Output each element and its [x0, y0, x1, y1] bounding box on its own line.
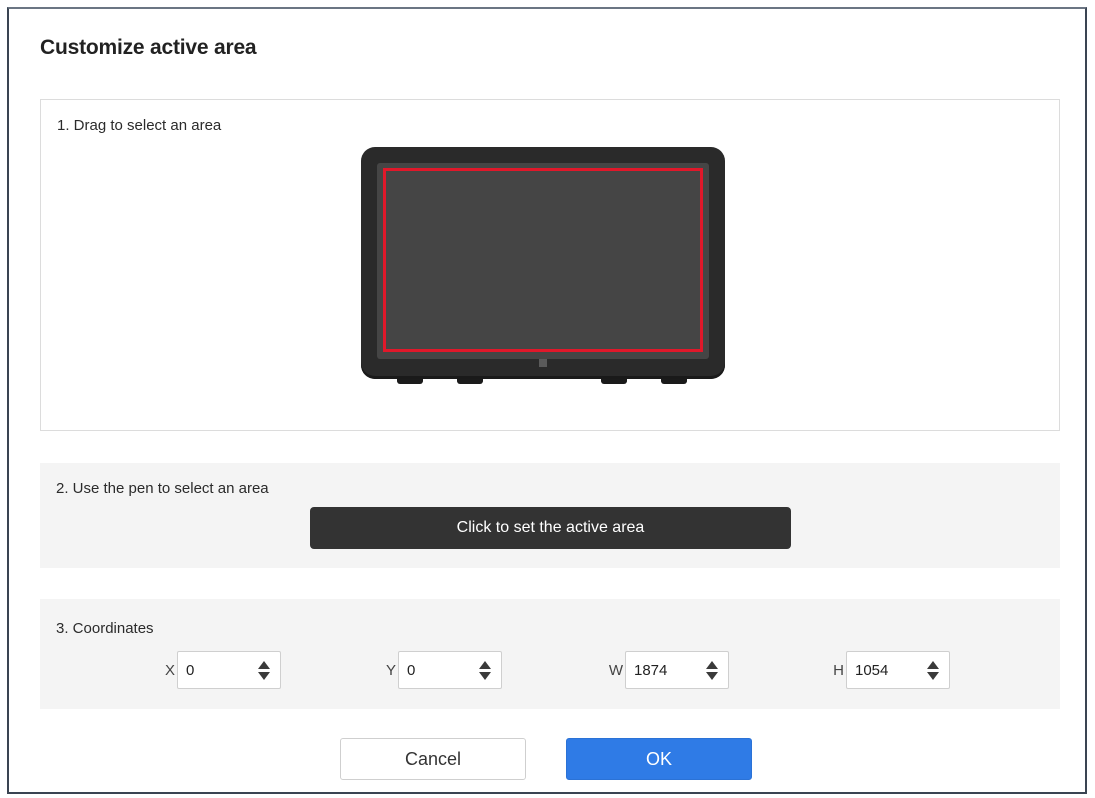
coord-w-stepper[interactable]	[706, 661, 718, 681]
arrow-down-icon[interactable]	[479, 672, 491, 680]
arrow-up-icon[interactable]	[927, 661, 939, 669]
arrow-down-icon[interactable]	[927, 672, 939, 680]
coord-y-input[interactable]	[407, 652, 467, 688]
coord-h-input[interactable]	[855, 652, 915, 688]
coord-x-input[interactable]	[186, 652, 246, 688]
coord-w-group: W	[605, 651, 729, 689]
drag-select-label: 1. Drag to select an area	[57, 117, 222, 134]
arrow-up-icon[interactable]	[479, 661, 491, 669]
coordinates-label: 3. Coordinates	[56, 620, 154, 637]
coord-y-stepper[interactable]	[479, 661, 491, 681]
arrow-up-icon[interactable]	[258, 661, 270, 669]
coord-w-spinner[interactable]	[625, 651, 729, 689]
tablet-preview[interactable]	[361, 147, 725, 387]
coord-y-spinner[interactable]	[398, 651, 502, 689]
tablet-logo-icon	[539, 359, 547, 367]
customize-active-area-dialog: Customize active area 1. Drag to select …	[7, 7, 1087, 794]
coord-h-spinner[interactable]	[846, 651, 950, 689]
coord-x-stepper[interactable]	[258, 661, 270, 681]
arrow-down-icon[interactable]	[706, 672, 718, 680]
coord-x-spinner[interactable]	[177, 651, 281, 689]
arrow-down-icon[interactable]	[258, 672, 270, 680]
coordinates-section: 3. Coordinates X Y W	[40, 599, 1060, 709]
ok-button[interactable]: OK	[566, 738, 752, 780]
coord-y-group: Y	[382, 651, 502, 689]
coord-h-stepper[interactable]	[927, 661, 939, 681]
arrow-up-icon[interactable]	[706, 661, 718, 669]
coord-w-input[interactable]	[634, 652, 694, 688]
pen-select-label: 2. Use the pen to select an area	[56, 480, 269, 497]
coord-w-label: W	[608, 661, 623, 679]
tablet-foot	[661, 379, 687, 384]
coord-x-group: X	[161, 651, 281, 689]
tablet-foot	[457, 379, 483, 384]
cancel-button[interactable]: Cancel	[340, 738, 526, 780]
drag-select-section: 1. Drag to select an area	[40, 99, 1060, 431]
coord-h-label: H	[833, 661, 844, 679]
active-area-selection[interactable]	[383, 168, 703, 352]
tablet-foot	[397, 379, 423, 384]
pen-select-section: 2. Use the pen to select an area Click t…	[40, 463, 1060, 568]
coord-h-group: H	[826, 651, 950, 689]
tablet-foot	[601, 379, 627, 384]
coord-x-label: X	[164, 661, 175, 679]
dialog-title: Customize active area	[40, 36, 257, 59]
coord-y-label: Y	[385, 661, 396, 679]
set-active-area-button[interactable]: Click to set the active area	[310, 507, 791, 549]
